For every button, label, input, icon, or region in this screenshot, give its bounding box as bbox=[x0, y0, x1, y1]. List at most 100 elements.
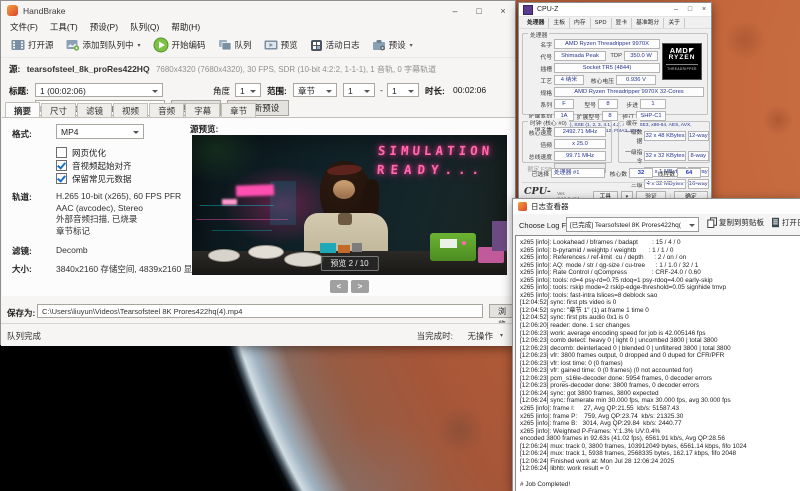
neon-sign bbox=[236, 184, 274, 196]
processor-select[interactable]: 处理器 #1 bbox=[551, 168, 605, 178]
next-preview-button[interactable]: > bbox=[351, 280, 369, 293]
stepping-field: 1 bbox=[640, 99, 666, 109]
log-line: x265 [info]: frame P: 759, Avg QP:23.74 … bbox=[520, 413, 800, 421]
tab[interactable]: 字幕 bbox=[185, 103, 220, 118]
range-from-select[interactable]: 1 bbox=[343, 83, 375, 97]
tab[interactable]: 章节 bbox=[221, 103, 256, 118]
maximize-icon[interactable]: □ bbox=[467, 2, 491, 20]
log-line: x265 [info]: AQ: mode / str / qg-size / … bbox=[520, 262, 800, 270]
cores-field: 32 bbox=[629, 168, 653, 178]
groupbox-legend: 缓存 bbox=[624, 118, 640, 127]
log-viewer-window: 日志查看器 Choose Log File: [已完成] Tearsofstee… bbox=[512, 198, 800, 491]
tab[interactable]: SPD bbox=[591, 18, 612, 28]
tab[interactable]: 滤镜 bbox=[77, 103, 112, 118]
queue-status-text: 队列完成 bbox=[7, 330, 41, 342]
tab[interactable]: 视频 bbox=[113, 103, 148, 118]
tab[interactable]: 尺寸 bbox=[41, 103, 76, 118]
log-line: x265 [info]: Weighted P-Frames: Y:1.3% U… bbox=[520, 428, 800, 436]
device-led bbox=[462, 241, 466, 245]
when-done-select[interactable]: 无操作 bbox=[467, 330, 493, 342]
close-icon[interactable]: × bbox=[697, 4, 711, 16]
green-device-screen bbox=[440, 239, 457, 248]
web-optimized-checkbox[interactable]: 网页优化 bbox=[56, 147, 106, 159]
toolbar: 打开源 添加到队列中▾ 开始编码 队列 预览 活动日志 bbox=[1, 33, 515, 58]
tab[interactable]: 音频 bbox=[149, 103, 184, 118]
tracks-label: 轨道: bbox=[12, 191, 32, 203]
queue-icon bbox=[218, 39, 232, 51]
log-line: [12:04:52] sync: first pts video is 0 bbox=[520, 299, 800, 307]
window-title: HandBrake bbox=[23, 6, 66, 16]
log-line: [12:06:23] prores-decoder done: 3800 fra… bbox=[520, 382, 800, 390]
presets-button[interactable]: 预设▾ bbox=[366, 37, 419, 53]
menubar: 文件(F)工具(T)预设(P)队列(Q)帮助(H) bbox=[1, 20, 515, 33]
l1d-way-field: 12-way bbox=[688, 131, 710, 141]
range-label: 范围: bbox=[267, 85, 287, 97]
title-row: 标题: 1 (00:02:06) 角度 1 范围: 章节 1 - 1 时长: 0… bbox=[1, 81, 515, 99]
queue-button[interactable]: 队列 bbox=[212, 37, 258, 53]
tab[interactable]: 基准跑分 bbox=[632, 18, 664, 28]
neon-text: SIMULATION READY... bbox=[377, 143, 493, 177]
title-label: 标题: bbox=[9, 85, 29, 97]
start-encode-button[interactable]: 开始编码 bbox=[147, 35, 212, 55]
handbrake-window: HandBrake – □ × 文件(F)工具(T)预设(P)队列(Q)帮助(H… bbox=[0, 0, 516, 345]
log-line: [12:06:23] vfr: 3800 frames output, 0 dr… bbox=[520, 352, 800, 360]
track-line: AAC (avcodec), Stereo bbox=[56, 203, 181, 215]
cpuz-titlebar[interactable]: CPU-Z – □ × bbox=[519, 3, 711, 17]
checkbox-checked-icon bbox=[56, 160, 67, 171]
keep-metadata-checkbox[interactable]: 保留常见元数据 bbox=[56, 173, 132, 185]
menu-item[interactable]: 预设(P) bbox=[84, 21, 124, 33]
format-select[interactable]: MP4 bbox=[56, 124, 144, 139]
minimize-icon[interactable]: – bbox=[443, 2, 467, 20]
package-field: Socket TR5 (4844) bbox=[554, 63, 660, 73]
processor-select-row: 已选择 处理器 #1 核心数 32 线程数 64 bbox=[529, 168, 709, 178]
cpuz-tabs: 处理器主板内存SPD显卡基准跑分关于 bbox=[519, 17, 711, 29]
format-label: 格式: bbox=[12, 128, 32, 140]
close-icon[interactable]: × bbox=[491, 2, 515, 20]
log-line: x265 [info]: tools: rd=4 psy-rd=0.75 rdo… bbox=[520, 277, 800, 285]
maximize-icon[interactable]: □ bbox=[683, 4, 697, 16]
tab[interactable]: 处理器 bbox=[523, 18, 549, 28]
log-line: [12:06:24] mux: track 1, 5938 frames, 25… bbox=[520, 450, 800, 458]
log-line: x265 [info]: b-pyramid / weightp / weigh… bbox=[520, 247, 800, 255]
log-line: [12:06:24] mux: track 0, 3800 frames, 10… bbox=[520, 443, 800, 451]
log-text-area[interactable]: x265 [info]: Lookahead / bframes / badap… bbox=[515, 235, 800, 491]
range-to-select[interactable]: 1 bbox=[387, 83, 419, 97]
handbrake-titlebar[interactable]: HandBrake – □ × bbox=[1, 1, 515, 20]
add-image-icon bbox=[66, 39, 80, 51]
tab[interactable]: 摘要 bbox=[5, 102, 40, 117]
log-line: # Job Completed! bbox=[520, 481, 800, 489]
activity-log-button[interactable]: 活动日志 bbox=[304, 37, 366, 54]
open-log-directory-button[interactable]: 打开日志目录 bbox=[771, 217, 800, 228]
menu-item[interactable]: 工具(T) bbox=[44, 21, 84, 33]
tab[interactable]: 内存 bbox=[570, 18, 591, 28]
purple-cloth bbox=[492, 221, 507, 251]
align-av-checkbox[interactable]: 音视频起始对齐 bbox=[56, 160, 132, 172]
log-file-select[interactable]: [已完成] Tearsofsteel 8K Prores422hq( bbox=[566, 217, 699, 232]
preview-image: SIMULATION READY... bbox=[192, 135, 507, 275]
tab[interactable]: 关于 bbox=[664, 18, 685, 28]
log-line: [12:06:20] reader: done. 1 scr changes bbox=[520, 322, 800, 330]
title-select[interactable]: 1 (00:02:06) bbox=[35, 83, 163, 97]
window-title: 日志查看器 bbox=[531, 201, 569, 212]
tab[interactable]: 显卡 bbox=[612, 18, 633, 28]
previous-preview-button[interactable]: < bbox=[330, 280, 348, 293]
range-dash: - bbox=[380, 85, 383, 95]
tab[interactable]: 主板 bbox=[549, 18, 570, 28]
angle-label: 角度 bbox=[213, 85, 230, 97]
menu-item[interactable]: 队列(Q) bbox=[124, 21, 165, 33]
neon-text-line2: READY... bbox=[376, 162, 493, 177]
range-type-select[interactable]: 章节 bbox=[293, 83, 337, 97]
open-source-button[interactable]: 打开源 bbox=[5, 37, 60, 53]
summary-tabs: 摘要尺寸滤镜视频音频字幕章节 bbox=[5, 103, 257, 118]
copy-to-clipboard-button[interactable]: 复制到剪贴板 bbox=[707, 217, 764, 228]
add-to-queue-button[interactable]: 添加到队列中▾ bbox=[60, 37, 147, 53]
log-viewer-titlebar[interactable]: 日志查看器 bbox=[513, 199, 800, 214]
minimize-icon[interactable]: – bbox=[669, 4, 683, 16]
checkbox-icon bbox=[56, 147, 67, 158]
menu-item[interactable]: 帮助(H) bbox=[165, 21, 206, 33]
handbrake-logo-icon bbox=[7, 5, 18, 16]
menu-item[interactable]: 文件(F) bbox=[4, 21, 44, 33]
angle-select[interactable]: 1 bbox=[235, 83, 261, 97]
preview-button[interactable]: 预览 bbox=[258, 37, 304, 53]
save-path-input[interactable] bbox=[37, 304, 483, 318]
